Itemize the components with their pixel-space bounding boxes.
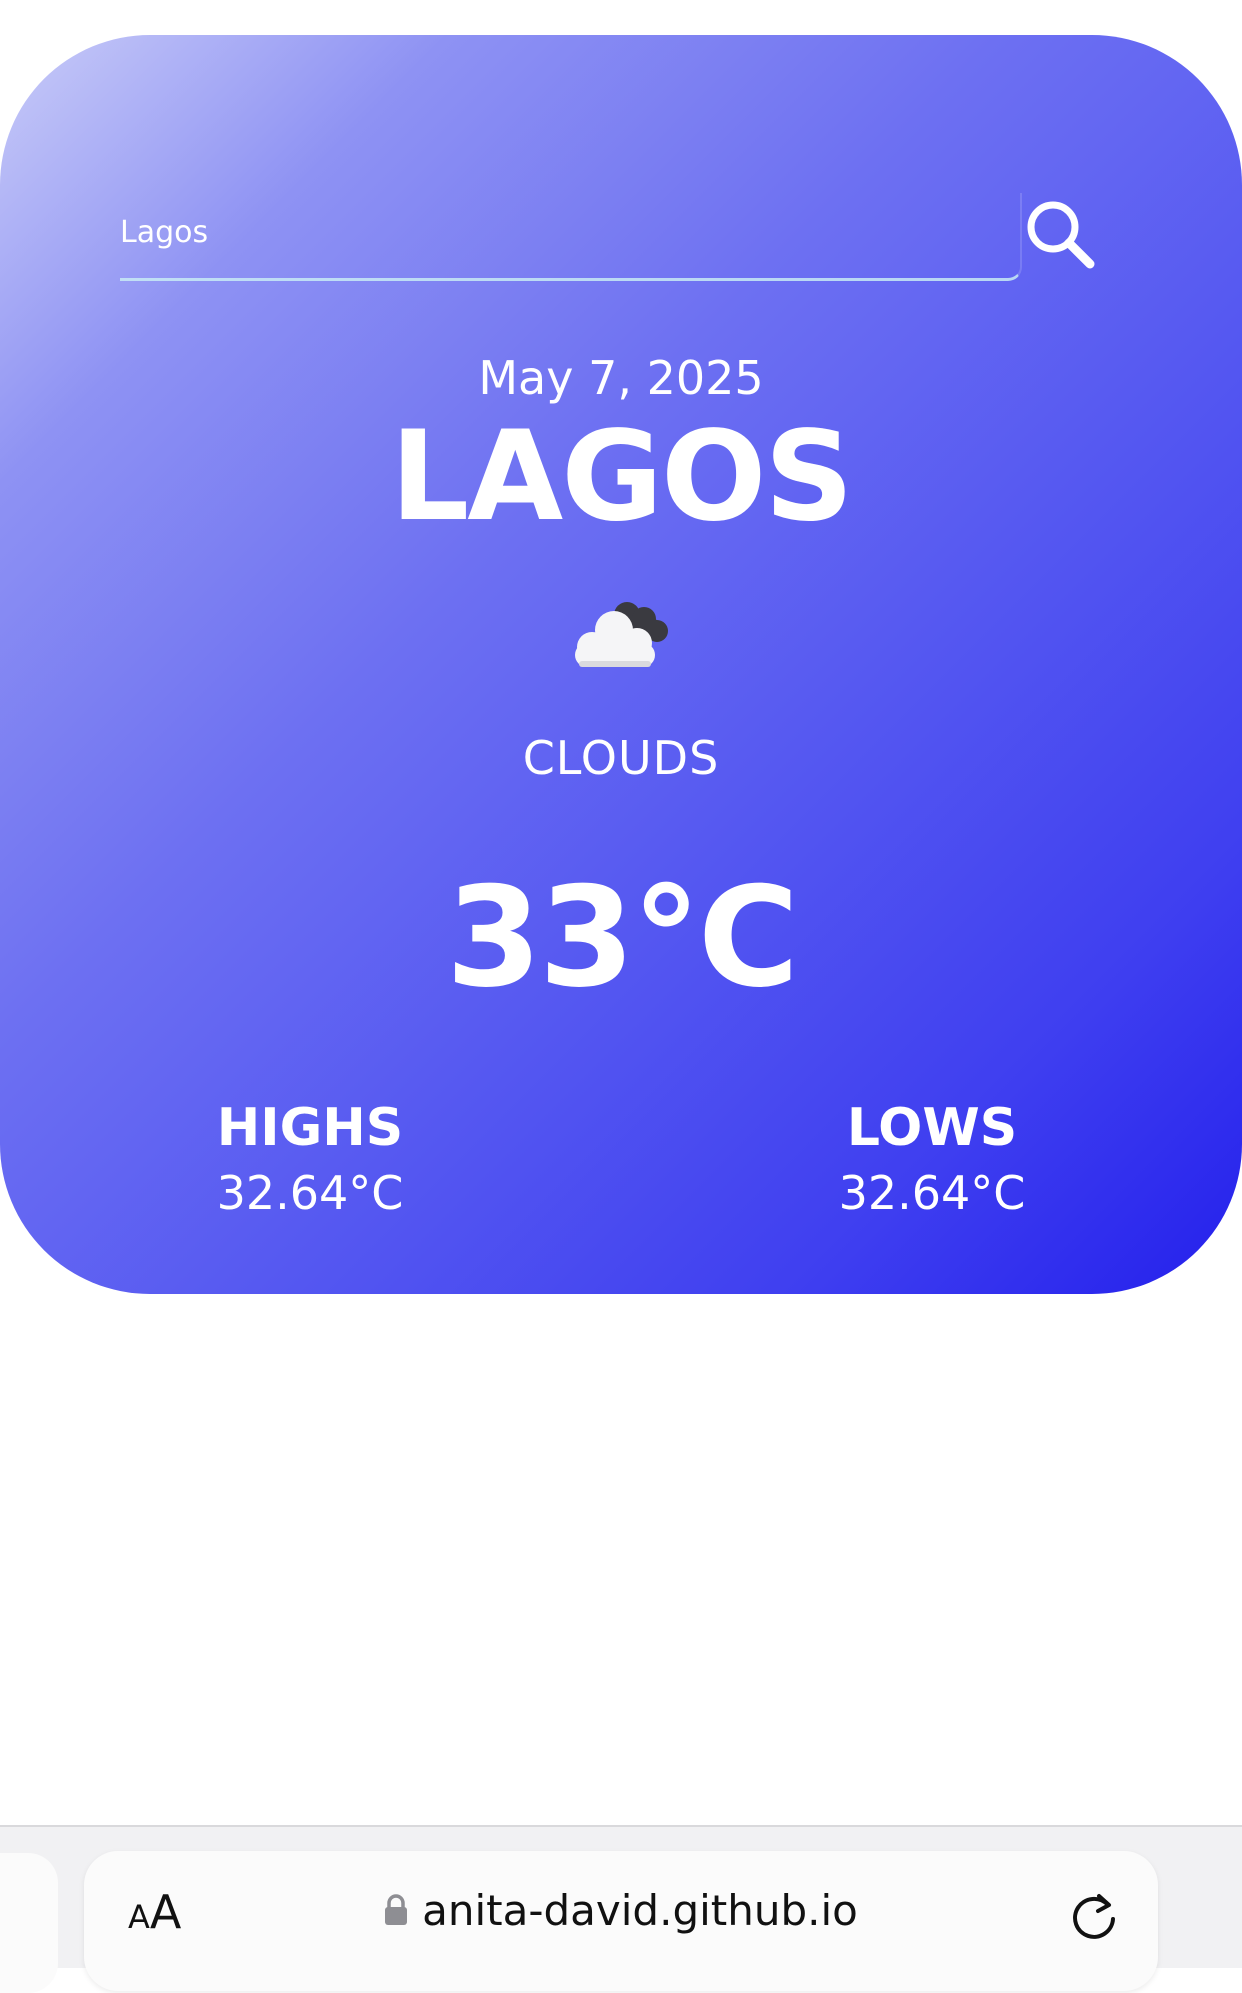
current-temperature: 33°C: [445, 857, 799, 1018]
search-input[interactable]: [120, 193, 1000, 273]
search-bar: [120, 153, 1100, 283]
date-label: May 7, 2025: [478, 351, 764, 405]
search-field[interactable]: [120, 193, 1022, 281]
highs-block: HIGHS 32.64°C: [160, 1093, 460, 1223]
reload-icon[interactable]: [1064, 1885, 1124, 1945]
lows-label: LOWS: [846, 1098, 1018, 1158]
search-button[interactable]: [1015, 189, 1105, 279]
browser-toolbar: AA anita-david.github.io: [0, 1825, 1242, 1993]
url-text: anita-david.github.io: [422, 1886, 858, 1935]
highs-label: HIGHS: [216, 1098, 404, 1158]
lock-icon: [385, 1893, 408, 1925]
lows-value: 32.64°C: [838, 1166, 1026, 1220]
highs-value: 32.64°C: [216, 1166, 404, 1220]
weather-card: May 7, 2025 LAGOS CLOUDS 33°C HIGHS 32.6…: [0, 35, 1242, 1294]
weather-condition: CLOUDS: [522, 731, 720, 785]
url-display[interactable]: anita-david.github.io: [84, 1881, 1158, 1941]
lows-block: LOWS 32.64°C: [782, 1093, 1082, 1223]
previous-tab[interactable]: [0, 1853, 58, 1993]
address-bar[interactable]: AA anita-david.github.io: [84, 1851, 1158, 1991]
city-name: LAGOS: [390, 405, 853, 549]
cloud-icon: [575, 602, 668, 667]
search-icon: [1027, 201, 1095, 269]
